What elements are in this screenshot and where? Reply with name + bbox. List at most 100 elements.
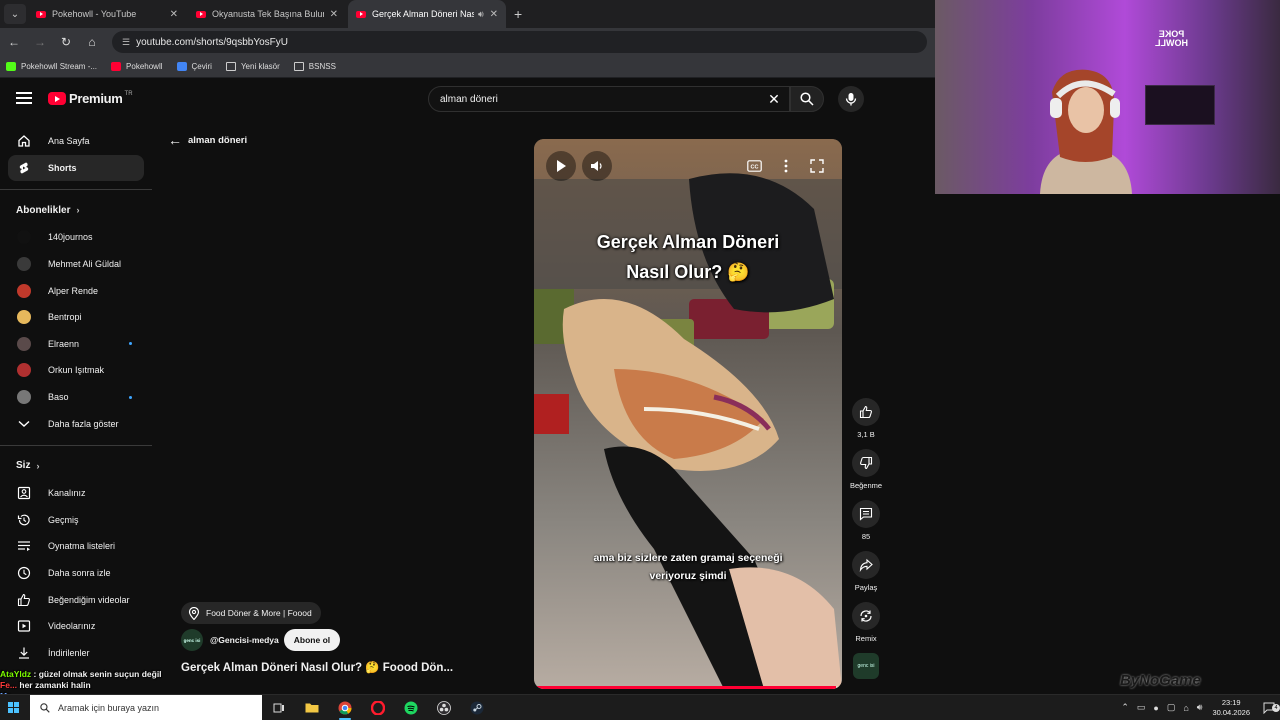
clear-search-icon[interactable]: ✕ xyxy=(759,91,789,108)
volume-icon[interactable]: 🔊︎ xyxy=(1197,702,1203,713)
browser-tab-bar: ⌄ Pokehowll - YouTube ✕ Okyanusta Tek Ba… xyxy=(0,0,935,28)
logo-text: Premium xyxy=(69,91,123,106)
browser-tab-1[interactable]: Pokehowll - YouTube ✕ xyxy=(28,0,186,28)
back-label: alman döneri xyxy=(188,134,248,146)
share-button[interactable] xyxy=(852,551,880,579)
captions-button[interactable]: CC xyxy=(739,151,769,181)
sidebar-item-playlist[interactable]: Oynatma listeleri xyxy=(0,533,152,560)
download-icon xyxy=(16,645,32,661)
sidebar-item-home[interactable]: Ana Sayfa xyxy=(0,128,152,155)
new-tab-icon[interactable]: + xyxy=(514,6,522,22)
channel-thumbnail[interactable]: genc isi xyxy=(853,653,879,679)
more-vert-icon xyxy=(784,159,788,173)
voice-search-button[interactable] xyxy=(838,86,864,112)
tab-search-button[interactable]: ⌄ xyxy=(4,4,26,24)
sidebar-item-subscription[interactable]: Baso xyxy=(0,384,152,411)
clock[interactable]: 23:19 30.04.2026 xyxy=(1212,698,1250,718)
dislike-button[interactable] xyxy=(852,449,880,477)
obs-app[interactable] xyxy=(427,695,460,720)
tab-title: Okyanusta Tek Başına Bulunan xyxy=(212,9,324,19)
microphone-icon[interactable]: ● xyxy=(1153,703,1158,713)
task-view-button[interactable] xyxy=(262,695,295,720)
back-arrow-icon[interactable]: ← xyxy=(2,35,26,49)
chrome-app[interactable] xyxy=(328,695,361,720)
reload-icon[interactable]: ↻ xyxy=(54,35,78,49)
video-progress-bar[interactable] xyxy=(534,686,842,689)
bookmark-item[interactable]: Çeviri xyxy=(176,62,212,71)
bookmark-item[interactable]: Pokehowll Stream -... xyxy=(6,62,97,71)
sidebar-item-thumbs-up[interactable]: Beğendiğim videolar xyxy=(0,586,152,613)
tab-close-icon[interactable]: ✕ xyxy=(490,9,498,20)
sidebar-item-video[interactable]: Videolarınız xyxy=(0,613,152,640)
avatar xyxy=(16,256,32,272)
notifications-button[interactable]: 4 xyxy=(1258,702,1280,714)
sidebar-item-subscription[interactable]: Mehmet Ali Güldal xyxy=(0,251,152,278)
taskbar-search-input[interactable]: Aramak için buraya yazın xyxy=(30,694,262,720)
spotify-app[interactable] xyxy=(394,695,427,720)
network-icon[interactable]: ⌂ xyxy=(1183,703,1188,713)
tab-close-icon[interactable]: ✕ xyxy=(330,9,338,20)
fullscreen-button[interactable] xyxy=(802,151,832,181)
video-frame xyxy=(534,139,842,689)
browser-tab-2[interactable]: Okyanusta Tek Başına Bulunan ✕ xyxy=(188,0,346,28)
like-button[interactable] xyxy=(852,398,880,426)
share-icon xyxy=(859,558,873,572)
shorts-video-player[interactable]: Gerçek Alman Döneri Nasıl Olur? 🤔 ama bi… xyxy=(534,139,842,689)
bookmark-item[interactable]: Pokehowll xyxy=(111,62,163,71)
sidebar-item-channel[interactable]: Kanalınız xyxy=(0,480,152,507)
volume-button[interactable] xyxy=(582,151,612,181)
channel-avatar[interactable]: genc isi xyxy=(181,629,203,651)
search-input[interactable]: alman döneri ✕ xyxy=(428,86,790,112)
start-button[interactable] xyxy=(0,695,26,720)
chevron-up-icon[interactable]: ⌃ xyxy=(1121,702,1129,713)
bookmark-item[interactable]: Yeni klasör xyxy=(225,62,280,71)
address-bar[interactable]: ☰ youtube.com/shorts/9qsbbYosFyU xyxy=(112,31,927,53)
sidebar-item-subscription[interactable]: Orkun Işıtmak xyxy=(0,357,152,384)
location-chip[interactable]: Food Döner & More | Foood xyxy=(181,602,321,624)
sidebar-item-subscription[interactable]: Alper Rende xyxy=(0,277,152,304)
sidebar-item-subscription[interactable]: Elraenn xyxy=(0,331,152,358)
webcam-overlay: POKE HOWLL xyxy=(935,0,1280,194)
logo-line: HOWLL xyxy=(1155,38,1188,48)
more-options-button[interactable] xyxy=(771,151,801,181)
show-more-button[interactable]: Daha fazla göster xyxy=(0,410,152,437)
browser-nav-bar: ← → ↻ ⌂ ☰ youtube.com/shorts/9qsbbYosFyU xyxy=(0,28,935,56)
short-title[interactable]: Gerçek Alman Döneri Nasıl Olur? 🤔 Foood … xyxy=(181,660,453,674)
sidebar-item-shorts[interactable]: Shorts xyxy=(8,154,144,182)
browser-tab-3[interactable]: Gerçek Alman Döneri Nasıl 🔊︎ ✕ xyxy=(348,0,506,28)
sidebar: Ana Sayfa Shorts Abonelikler › 140journos… xyxy=(0,128,152,694)
tab-close-icon[interactable]: ✕ xyxy=(170,9,178,20)
comments-button[interactable] xyxy=(852,500,880,528)
speaker-icon[interactable]: 🔊︎ xyxy=(478,9,484,20)
steam-app[interactable] xyxy=(460,695,493,720)
overlay-title-line: Nasıl Olur? 🤔 xyxy=(626,262,750,282)
forward-arrow-icon[interactable]: → xyxy=(28,35,52,49)
site-info-icon[interactable]: ☰ xyxy=(122,37,130,48)
bookmark-item[interactable]: BSNSS xyxy=(293,62,336,71)
remix-button[interactable] xyxy=(852,602,880,630)
play-button[interactable] xyxy=(546,151,576,181)
youtube-favicon-icon xyxy=(196,10,206,18)
menu-icon[interactable] xyxy=(16,92,32,104)
file-explorer-app[interactable] xyxy=(295,695,328,720)
you-header[interactable]: Siz › xyxy=(0,452,152,480)
sidebar-item-subscription[interactable]: Bentropi xyxy=(0,304,152,331)
search-back-link[interactable]: ← alman döneri xyxy=(168,132,247,148)
sidebar-item-history[interactable]: Geçmiş xyxy=(0,507,152,534)
chevron-right-icon: › xyxy=(76,205,80,216)
channel-handle[interactable]: @Gencisi-medya xyxy=(210,635,279,645)
streamer-figure xyxy=(1040,69,1132,194)
subscriptions-header[interactable]: Abonelikler › xyxy=(0,196,152,224)
search-button[interactable] xyxy=(790,86,824,112)
sidebar-item-download[interactable]: İndirilenler xyxy=(0,640,152,667)
sidebar-item-subscription[interactable]: 140journos xyxy=(0,224,152,251)
display-icon[interactable]: ▢ xyxy=(1167,702,1176,713)
playlist-icon xyxy=(16,538,32,554)
section-title: Abonelikler xyxy=(16,204,71,216)
sidebar-item-clock[interactable]: Daha sonra izle xyxy=(0,560,152,587)
home-icon[interactable]: ⌂ xyxy=(80,35,104,49)
opera-app[interactable] xyxy=(361,695,394,720)
subscribe-button[interactable]: Abone ol xyxy=(283,629,341,651)
youtube-premium-logo[interactable]: Premium TR xyxy=(48,91,133,106)
battery-icon[interactable]: ▭ xyxy=(1137,702,1146,713)
